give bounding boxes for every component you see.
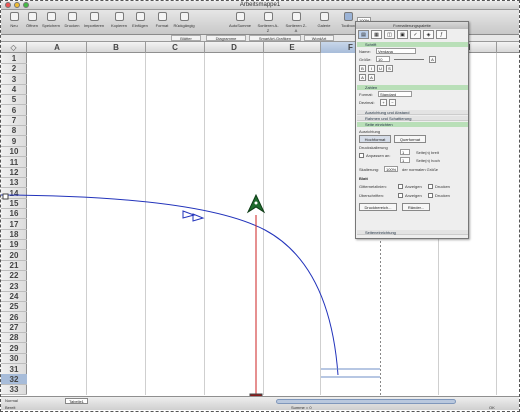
portrait-button[interactable]: Hochformat: [359, 135, 391, 143]
section-page-setup[interactable]: Seite einrichten: [357, 122, 468, 127]
project-palette-icon[interactable]: ◈: [423, 30, 434, 39]
arrow-marker: [192, 213, 205, 222]
decimal-label: Dezimal:: [359, 100, 375, 105]
sheet-tab-1[interactable]: Tabelle1: [65, 398, 88, 404]
sheet-label: Blatt: [359, 176, 368, 181]
fit-to-label: Anpassen an:: [366, 153, 391, 158]
font-size-select[interactable]: 10: [376, 56, 390, 62]
font-name-select[interactable]: Verdana: [376, 48, 416, 54]
number-format-label: Format:: [359, 92, 373, 97]
increase-decimal-button[interactable]: +: [380, 99, 387, 106]
headings-show-checkbox[interactable]: [398, 193, 403, 198]
bold-button[interactable]: B: [359, 65, 366, 72]
scrapbook-icon[interactable]: ◫: [384, 30, 395, 39]
print-area-button[interactable]: Druckbereich...: [359, 203, 397, 211]
number-format-select[interactable]: Standard: [378, 91, 412, 97]
decrease-decimal-button[interactable]: −: [389, 99, 396, 106]
gridlines-label: Gitternetzlinien:: [359, 184, 387, 189]
formula-builder-icon[interactable]: ƒ: [436, 30, 447, 39]
headings-label: Überschriften:: [359, 193, 384, 198]
fit-to-checkbox[interactable]: [359, 153, 364, 158]
compatibility-icon[interactable]: ✓: [410, 30, 421, 39]
headings-print-label: Drucken: [435, 193, 450, 198]
section-alignment[interactable]: Ausrichtung und Abstand: [357, 110, 468, 115]
pages-wide-input[interactable]: 1: [400, 149, 410, 155]
freeform-curve[interactable]: [0, 194, 339, 376]
font-name-label: Name:: [359, 49, 371, 54]
strikethrough-button[interactable]: S: [386, 65, 393, 72]
margins-button[interactable]: Ränder...: [402, 203, 430, 211]
superscript-button[interactable]: A: [359, 74, 366, 81]
horizontal-scrollbar[interactable]: [276, 399, 456, 404]
resize-handle[interactable]: [2, 193, 9, 200]
palette-tools: ▤ ▦ ◫ ▣ ✓ ◈ ƒ: [358, 30, 466, 40]
section-page-setup-collapsed[interactable]: Seiteneinrichtung: [357, 230, 468, 235]
status-sum: Summe = 0: [291, 405, 312, 410]
font-size-slider[interactable]: [394, 59, 424, 60]
scale-percent-suffix: der normalen Größe: [402, 167, 439, 172]
font-color-button[interactable]: A: [429, 56, 436, 63]
gridlines-show-checkbox[interactable]: [398, 184, 403, 189]
headings-print-checkbox[interactable]: [428, 193, 433, 198]
landscape-button[interactable]: Querformat: [394, 135, 426, 143]
subscript-button[interactable]: A: [368, 74, 375, 81]
pages-tall-label: Seite(n) hoch: [416, 158, 440, 163]
view-mode: Normal: [5, 398, 18, 403]
status-ok: OK: [489, 405, 495, 410]
gridlines-print-label: Drucken: [435, 184, 450, 189]
section-numbers[interactable]: Zahlen: [357, 85, 468, 90]
section-borders[interactable]: Rahmen und Schattierung: [357, 116, 468, 121]
headings-show-label: Anzeigen: [405, 193, 422, 198]
gridlines-show-label: Anzeigen: [405, 184, 422, 189]
gridlines-print-checkbox[interactable]: [428, 184, 433, 189]
palette-title: Formatierungspalette: [356, 22, 468, 29]
arrow-marker: [182, 210, 196, 219]
section-font[interactable]: Schrift: [357, 42, 468, 47]
scale-label: Druckskalierung: [359, 145, 388, 150]
font-size-label: Größe:: [359, 57, 372, 62]
object-browser-icon[interactable]: ▦: [371, 30, 382, 39]
underline-button[interactable]: U: [377, 65, 384, 72]
status-mode: Bereit: [5, 405, 16, 410]
pages-tall-input[interactable]: 1: [400, 157, 410, 163]
formatting-palette: Formatierungspalette ▤ ▦ ◫ ▣ ✓ ◈ ƒ Schri…: [355, 21, 469, 239]
toolbox-format-icon[interactable]: ▤: [358, 30, 369, 39]
status-bar: Normal Tabelle1 Bereit Summe = 0 OK: [1, 396, 519, 410]
reference-tools-icon[interactable]: ▣: [397, 30, 408, 39]
italic-button[interactable]: I: [368, 65, 375, 72]
pivot-dot: [254, 201, 258, 205]
orientation-label: Ausrichtung: [359, 129, 381, 134]
scale-percent-label: Skalierung:: [359, 167, 380, 172]
pages-wide-label: Seite(n) breit: [416, 150, 439, 155]
scale-percent-input[interactable]: 100%: [384, 166, 398, 172]
